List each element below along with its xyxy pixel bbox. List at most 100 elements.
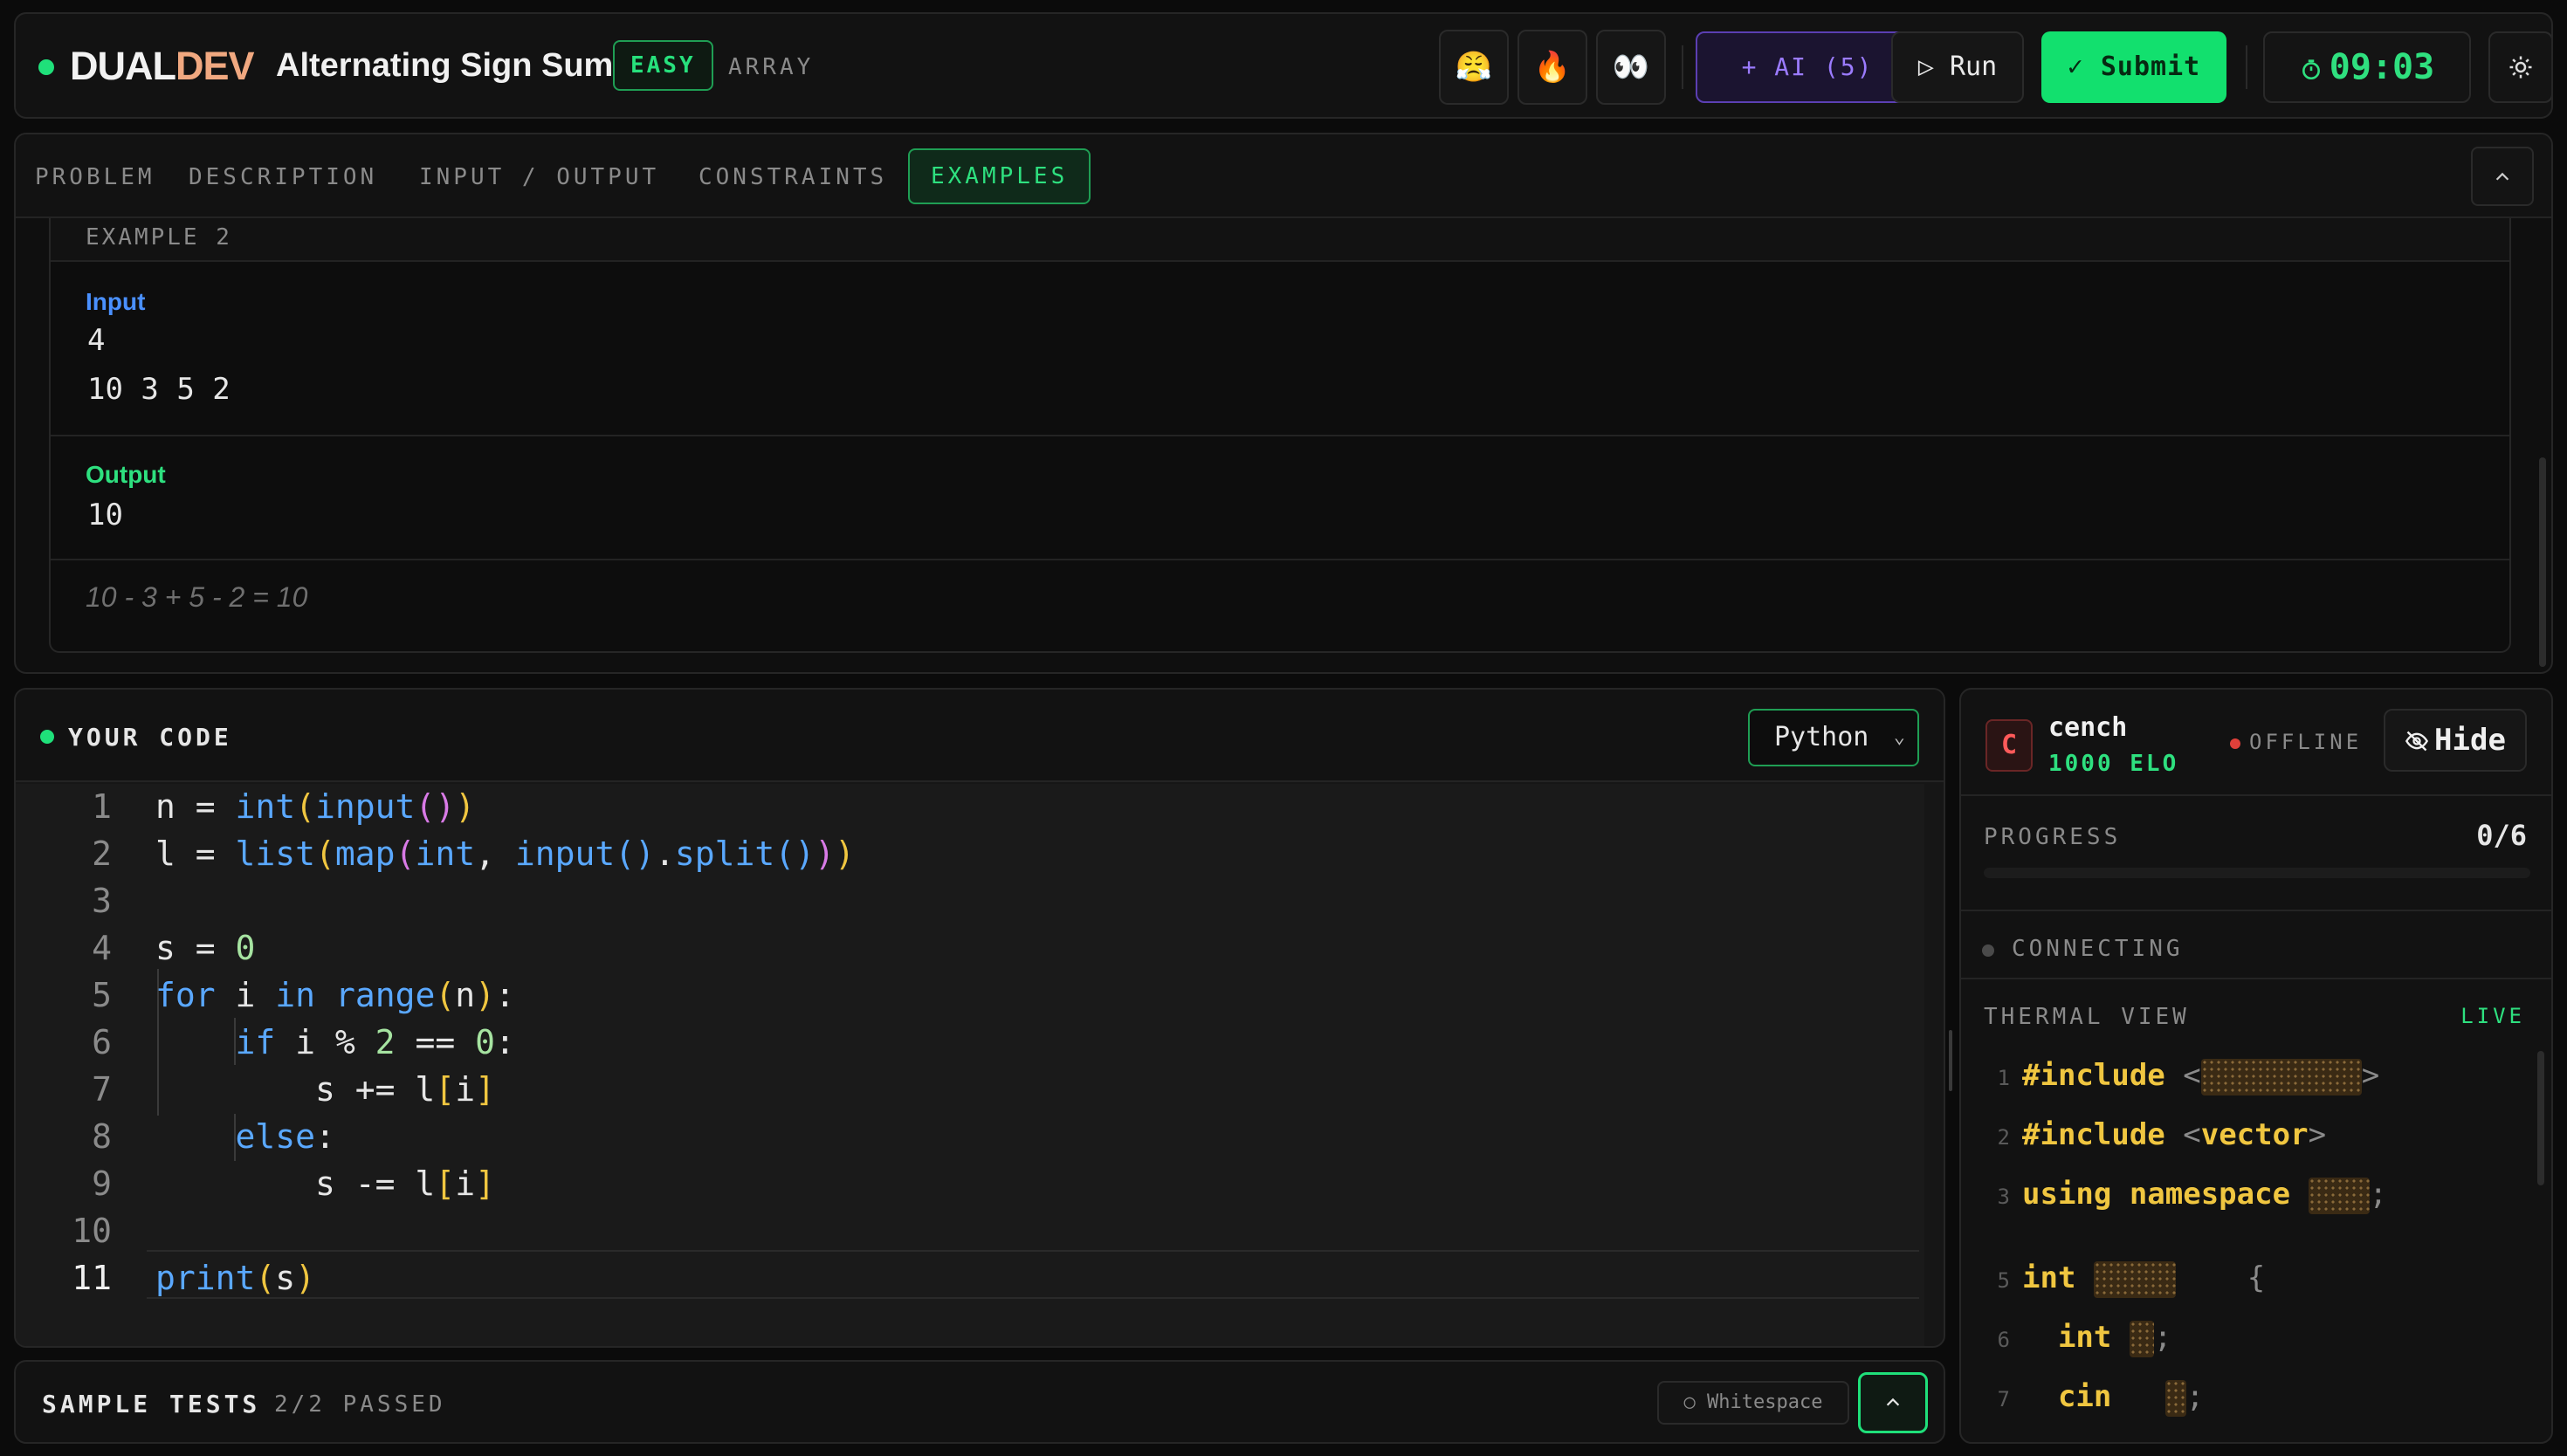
divider bbox=[51, 435, 2509, 436]
reaction-fire-button[interactable]: 🔥 bbox=[1517, 30, 1587, 105]
input-line: 4 bbox=[87, 323, 106, 358]
status-dot bbox=[40, 730, 54, 744]
thermal-line: 3 using namespace ; bbox=[1961, 1177, 2387, 1214]
progress-bar bbox=[1984, 868, 2530, 878]
hide-button[interactable]: Hide bbox=[2384, 709, 2527, 772]
progress-label: PROGRESS bbox=[1984, 824, 2122, 850]
code-line: n = int(input()) bbox=[155, 787, 476, 826]
whitespace-toggle[interactable]: ○ Whitespace bbox=[1657, 1381, 1849, 1425]
opponent-panel: C cench 1000 ELO OFFLINE Hide PROGRESS 0… bbox=[1959, 688, 2553, 1444]
line-number: 2 bbox=[92, 834, 112, 873]
input-line: 10 3 5 2 bbox=[87, 372, 231, 407]
progress-value: 0/6 bbox=[2476, 819, 2527, 852]
input-label: Input bbox=[86, 288, 146, 315]
chevron-up-icon bbox=[2495, 172, 2509, 181]
difficulty-badge: EASY bbox=[613, 40, 713, 91]
code-line: else: bbox=[235, 1117, 335, 1156]
line-number: 5 bbox=[92, 976, 112, 1014]
tab-input-output[interactable]: INPUT / OUTPUT bbox=[419, 164, 659, 190]
thermal-line: 7 cin ; bbox=[1961, 1379, 2204, 1417]
example-explanation: 10 - 3 + 5 - 2 = 10 bbox=[86, 581, 308, 613]
line-number: 4 bbox=[92, 929, 112, 967]
offline-dot bbox=[2230, 738, 2240, 749]
ai-assist-button[interactable]: + AI (5) bbox=[1696, 31, 1919, 103]
divider bbox=[2246, 45, 2247, 89]
timer-value: 09:03 bbox=[2329, 47, 2435, 87]
divider bbox=[1961, 910, 2551, 911]
line-number: 7 bbox=[92, 1070, 112, 1109]
line-number: 8 bbox=[92, 1117, 112, 1156]
example-heading: EXAMPLE 2 bbox=[51, 218, 2509, 262]
tab-problem[interactable]: PROBLEM bbox=[35, 164, 155, 190]
line-number: 3 bbox=[92, 882, 112, 920]
avatar: C bbox=[1985, 719, 2033, 772]
code-line: s = 0 bbox=[155, 929, 256, 967]
code-line: s -= l[i] bbox=[155, 1164, 495, 1203]
hide-label: Hide bbox=[2434, 723, 2506, 758]
line-number: 9 bbox=[92, 1164, 112, 1203]
line-number: 10 bbox=[72, 1212, 112, 1250]
tab-constraints[interactable]: CONSTRAINTS bbox=[699, 164, 887, 190]
line-number: 1 bbox=[92, 787, 112, 826]
output-line: 10 bbox=[87, 498, 123, 532]
code-line: if i % 2 == 0: bbox=[235, 1023, 515, 1061]
reaction-eyes-button[interactable]: 👀 bbox=[1596, 30, 1666, 105]
opponent-status: OFFLINE bbox=[2249, 730, 2363, 754]
current-line-highlight bbox=[147, 1250, 1919, 1299]
thermal-scrollbar[interactable] bbox=[2537, 1051, 2544, 1185]
code-line: for i in range(n): bbox=[155, 976, 515, 1014]
code-line: print(s) bbox=[155, 1259, 316, 1297]
divider bbox=[51, 559, 2509, 560]
status-dot bbox=[38, 59, 54, 75]
connection-status: CONNECTING bbox=[2012, 936, 2184, 962]
chevron-up-icon bbox=[1886, 1398, 1900, 1406]
line-number: 11 bbox=[72, 1259, 112, 1297]
code-title: YOUR CODE bbox=[68, 723, 232, 752]
tab-examples[interactable]: EXAMPLES bbox=[908, 148, 1091, 204]
reaction-angry-button[interactable]: 😤 bbox=[1439, 30, 1509, 105]
thermal-view-label: THERMAL VIEW bbox=[1984, 1004, 2190, 1030]
chevron-down-icon: ⌄ bbox=[1893, 726, 1905, 748]
expand-tests-button[interactable] bbox=[1858, 1372, 1928, 1433]
timer: 09:03 bbox=[2263, 31, 2471, 103]
divider bbox=[1682, 45, 1683, 89]
sun-icon bbox=[2509, 56, 2532, 79]
tests-status: 2/2 PASSED bbox=[274, 1391, 446, 1418]
stopwatch-icon bbox=[2302, 59, 2320, 80]
live-badge: LIVE bbox=[2460, 1004, 2525, 1028]
problem-panel: PROBLEM DESCRIPTION INPUT / OUTPUT CONST… bbox=[14, 133, 2553, 674]
divider bbox=[1961, 978, 2551, 979]
code-editor[interactable]: 1 2 3 4 5 6 7 8 9 10 11 n = int(input())… bbox=[16, 784, 1924, 1346]
logo[interactable]: DUALDEV bbox=[70, 44, 255, 89]
code-header: YOUR CODE Python ⌄ bbox=[16, 690, 1944, 782]
theme-toggle-button[interactable] bbox=[2488, 31, 2551, 103]
connection-dot bbox=[1982, 944, 1994, 957]
code-panel: YOUR CODE Python ⌄ 1 2 3 4 5 6 7 8 9 10 1… bbox=[14, 688, 1945, 1348]
thermal-line: 1 #include < > bbox=[1961, 1058, 2379, 1095]
collapse-problem-button[interactable] bbox=[2471, 147, 2534, 206]
eye-off-icon bbox=[2405, 731, 2429, 752]
thermal-line: 5 int { bbox=[1961, 1260, 2265, 1298]
top-bar: DUALDEV Alternating Sign Sum EASY ARRAY … bbox=[14, 12, 2553, 119]
language-value: Python bbox=[1774, 722, 1869, 752]
problem-tabs: PROBLEM DESCRIPTION INPUT / OUTPUT CONST… bbox=[16, 134, 2551, 218]
divider bbox=[1961, 794, 2551, 796]
sample-tests-title: SAMPLE TESTS bbox=[42, 1390, 261, 1418]
sample-tests-bar: SAMPLE TESTS 2/2 PASSED ○ Whitespace bbox=[14, 1360, 1945, 1444]
submit-button[interactable]: ✓ Submit bbox=[2041, 31, 2226, 103]
tab-description[interactable]: DESCRIPTION bbox=[189, 164, 377, 190]
language-select[interactable]: Python ⌄ bbox=[1748, 709, 1919, 766]
code-line: l = list(map(int, input().split())) bbox=[155, 834, 855, 873]
output-label: Output bbox=[86, 461, 166, 488]
code-line: s += l[i] bbox=[155, 1070, 495, 1109]
line-number: 6 bbox=[92, 1023, 112, 1061]
opponent-elo: 1000 ELO bbox=[2048, 751, 2179, 777]
problem-title: Alternating Sign Sum bbox=[276, 47, 614, 84]
thermal-line: 6 int ; bbox=[1961, 1320, 2171, 1357]
problem-scrollbar[interactable] bbox=[2539, 457, 2546, 667]
panel-resize-handle[interactable] bbox=[1949, 1030, 1952, 1091]
example-card: EXAMPLE 2 Input 4 10 3 5 2 Output 10 10 … bbox=[49, 218, 2511, 653]
category-tag: ARRAY bbox=[728, 54, 815, 80]
opponent-name: cench bbox=[2048, 712, 2128, 743]
run-button[interactable]: ▷ Run bbox=[1891, 31, 2024, 103]
